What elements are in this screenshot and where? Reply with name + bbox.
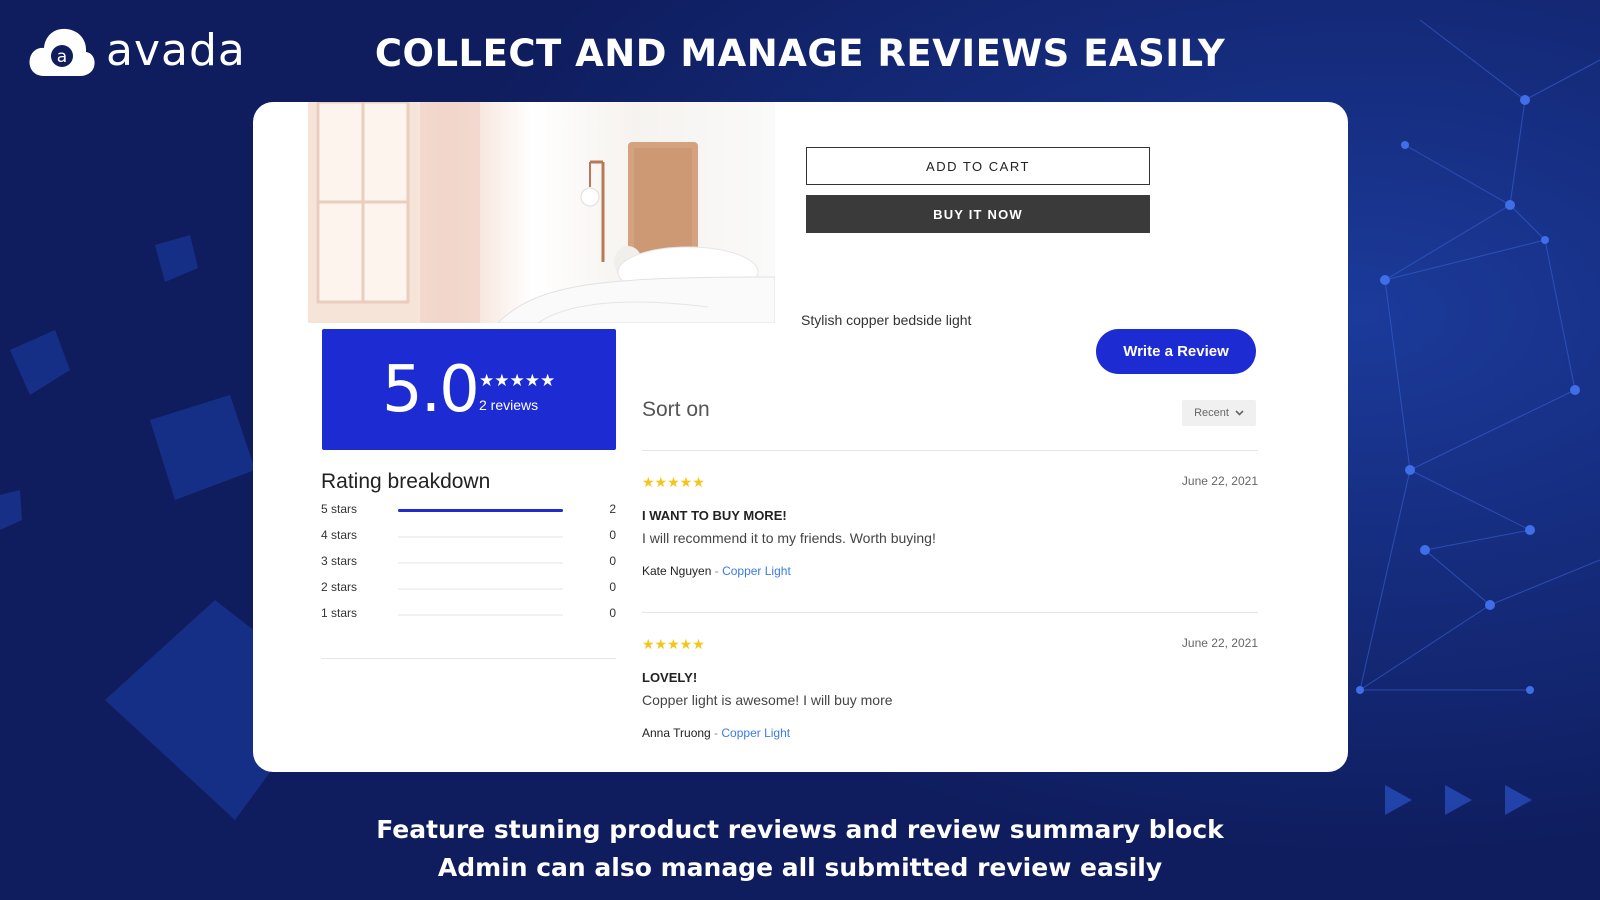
review-author: Kate Nguyen xyxy=(642,564,712,578)
chevron-down-icon xyxy=(1235,410,1244,416)
review-date: June 22, 2021 xyxy=(1181,474,1258,488)
bedroom-photo-illustration xyxy=(308,102,775,323)
review-separator: - xyxy=(711,564,723,578)
review-author: Anna Truong xyxy=(642,726,711,740)
breakdown-row-2[interactable]: 2 stars 0 xyxy=(321,578,616,598)
breakdown-bar xyxy=(398,588,563,590)
breakdown-bar xyxy=(398,562,563,564)
caption-line-2: Admin can also manage all submitted revi… xyxy=(437,853,1163,882)
breakdown-label: 2 stars xyxy=(321,580,358,594)
breakdown-bar xyxy=(398,614,563,616)
breakdown-label: 4 stars xyxy=(321,528,358,542)
review-author-line: Anna Truong - Copper Light xyxy=(642,726,790,740)
breakdown-divider xyxy=(321,658,616,659)
page-headline: COLLECT AND MANAGE REVIEWS EASILY xyxy=(374,32,1226,75)
caption-line-1: Feature stuning product reviews and revi… xyxy=(376,815,1224,844)
breakdown-count: 2 xyxy=(609,502,616,516)
product-image xyxy=(308,102,775,323)
review-title: LOVELY! xyxy=(642,670,698,685)
breakdown-row-1[interactable]: 1 stars 0 xyxy=(321,604,616,624)
breakdown-count: 0 xyxy=(609,554,616,568)
add-to-cart-button[interactable]: ADD TO CART xyxy=(806,147,1150,185)
breakdown-row-5[interactable]: 5 stars 2 xyxy=(321,500,616,520)
summary-stars-icon: ★★★★★ xyxy=(479,371,556,390)
breakdown-label: 3 stars xyxy=(321,554,358,568)
product-description: Stylish copper bedside light xyxy=(801,312,972,328)
review-list-divider xyxy=(642,450,1258,451)
breakdown-count: 0 xyxy=(609,580,616,594)
buy-it-now-button[interactable]: BUY IT NOW xyxy=(806,195,1150,233)
review-product-link[interactable]: Copper Light xyxy=(722,564,791,578)
breakdown-count: 0 xyxy=(609,528,616,542)
review-widget-card: ADD TO CART BUY IT NOW Stylish copper be… xyxy=(253,102,1348,772)
review-list-divider xyxy=(642,612,1258,613)
average-score: 5.0 xyxy=(382,353,480,427)
review-product-link[interactable]: Copper Light xyxy=(721,726,790,740)
review-body: Copper light is awesome! I will buy more xyxy=(642,692,893,708)
review-author-line: Kate Nguyen - Copper Light xyxy=(642,564,791,578)
review-title: I WANT TO BUY MORE! xyxy=(642,508,787,523)
breakdown-bar-fill xyxy=(398,509,563,512)
sort-select[interactable]: Recent xyxy=(1182,400,1256,426)
review-count: 2 reviews xyxy=(479,397,539,413)
breakdown-label: 1 stars xyxy=(321,606,358,620)
breakdown-row-4[interactable]: 4 stars 0 xyxy=(321,526,616,546)
review-item: ★★★★★ June 22, 2021 I WANT TO BUY MORE! … xyxy=(642,474,1258,624)
breakdown-bar xyxy=(398,536,563,538)
breakdown-row-3[interactable]: 3 stars 0 xyxy=(321,552,616,572)
rating-breakdown-title: Rating breakdown xyxy=(321,470,491,493)
breakdown-bar xyxy=(398,509,563,512)
breakdown-label: 5 stars xyxy=(321,502,358,516)
review-separator: - xyxy=(710,726,722,740)
write-review-button[interactable]: Write a Review xyxy=(1096,329,1256,374)
rating-summary-block: 5.0 ★★★★★ 2 reviews xyxy=(322,329,616,450)
review-date: June 22, 2021 xyxy=(1181,636,1258,650)
review-body: I will recommend it to my friends. Worth… xyxy=(642,530,936,546)
sort-label: Sort on xyxy=(642,398,710,421)
review-stars-icon: ★★★★★ xyxy=(642,474,705,490)
breakdown-count: 0 xyxy=(609,606,616,620)
sort-selected-value: Recent xyxy=(1194,407,1229,419)
review-item: ★★★★★ June 22, 2021 LOVELY! Copper light… xyxy=(642,636,1258,772)
review-stars-icon: ★★★★★ xyxy=(642,636,705,652)
